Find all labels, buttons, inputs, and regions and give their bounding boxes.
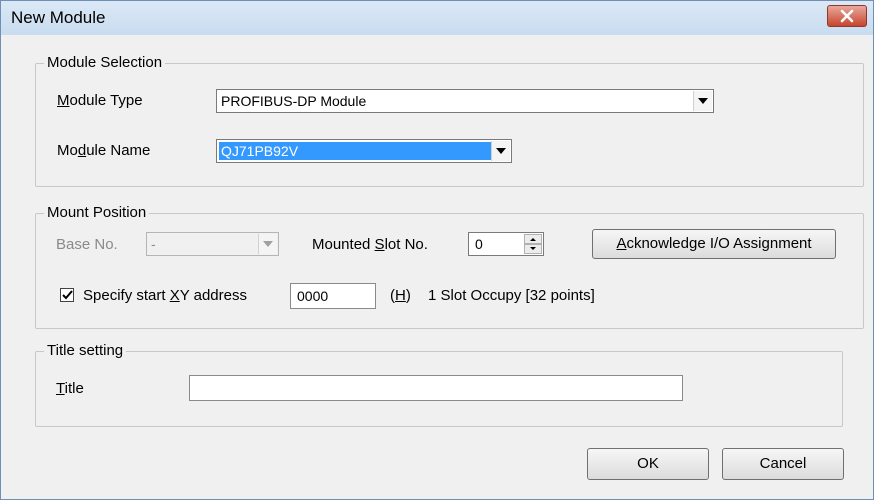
module-name-value: QJ71PB92V [219, 142, 491, 160]
mounted-slot-spinner[interactable]: 0 [468, 232, 544, 256]
module-type-dropdown-button[interactable] [693, 91, 712, 111]
module-selection-legend: Module Selection [44, 54, 166, 71]
mounted-slot-label: Mounted Slot No. [312, 236, 428, 253]
slot-occupy-text: 1 Slot Occupy [32 points] [428, 287, 595, 304]
module-type-value: PROFIBUS-DP Module [221, 93, 367, 109]
module-name-dropdown-button[interactable] [491, 141, 510, 161]
base-no-label: Base No. [56, 236, 118, 253]
mount-position-legend: Mount Position [44, 204, 150, 221]
spin-up-button[interactable] [524, 234, 542, 244]
title-setting-legend: Title setting [44, 342, 127, 359]
base-no-select[interactable]: - [146, 232, 279, 256]
module-selection-group: Module Selection Module Type PROFIBUS-DP… [35, 54, 864, 187]
specify-start-xy-label: Specify start XY address [83, 287, 247, 304]
ok-button[interactable]: OK [587, 448, 709, 480]
chevron-down-icon [698, 98, 708, 104]
mount-position-group: Mount Position Base No. - Mounted Slot N… [35, 204, 864, 329]
start-xy-address-input[interactable]: 0000 [290, 283, 376, 309]
module-type-select[interactable]: PROFIBUS-DP Module [216, 89, 714, 113]
chevron-down-icon [530, 247, 536, 250]
module-name-select[interactable]: QJ71PB92V [216, 139, 512, 163]
title-bar[interactable]: New Module [1, 1, 873, 35]
chevron-down-icon [496, 148, 506, 154]
hex-unit-label: (H) [390, 287, 411, 304]
start-xy-address-value: 0000 [297, 288, 329, 304]
title-setting-group: Title setting Title [35, 342, 843, 427]
chevron-down-icon [263, 241, 273, 247]
new-module-dialog: New Module Module Selection Module Type … [0, 0, 874, 500]
title-label: Title [56, 380, 84, 397]
specify-start-xy-checkbox[interactable] [60, 288, 74, 302]
acknowledge-io-assignment-button[interactable]: Acknowledge I/O Assignment [592, 229, 836, 259]
module-name-label: Module Name [57, 142, 151, 159]
cancel-button[interactable]: Cancel [722, 448, 844, 480]
module-type-label: Module Type [57, 92, 143, 109]
chevron-up-icon [530, 238, 536, 241]
base-no-value: - [151, 236, 156, 252]
title-input[interactable] [189, 375, 683, 401]
base-no-dropdown-button[interactable] [258, 234, 277, 254]
close-button[interactable] [827, 5, 867, 27]
close-icon [840, 9, 854, 23]
spin-down-button[interactable] [524, 244, 542, 254]
mounted-slot-value: 0 [475, 236, 483, 252]
checkmark-icon [62, 290, 73, 300]
dialog-title: New Module [11, 8, 106, 27]
spinner-buttons [524, 234, 542, 254]
